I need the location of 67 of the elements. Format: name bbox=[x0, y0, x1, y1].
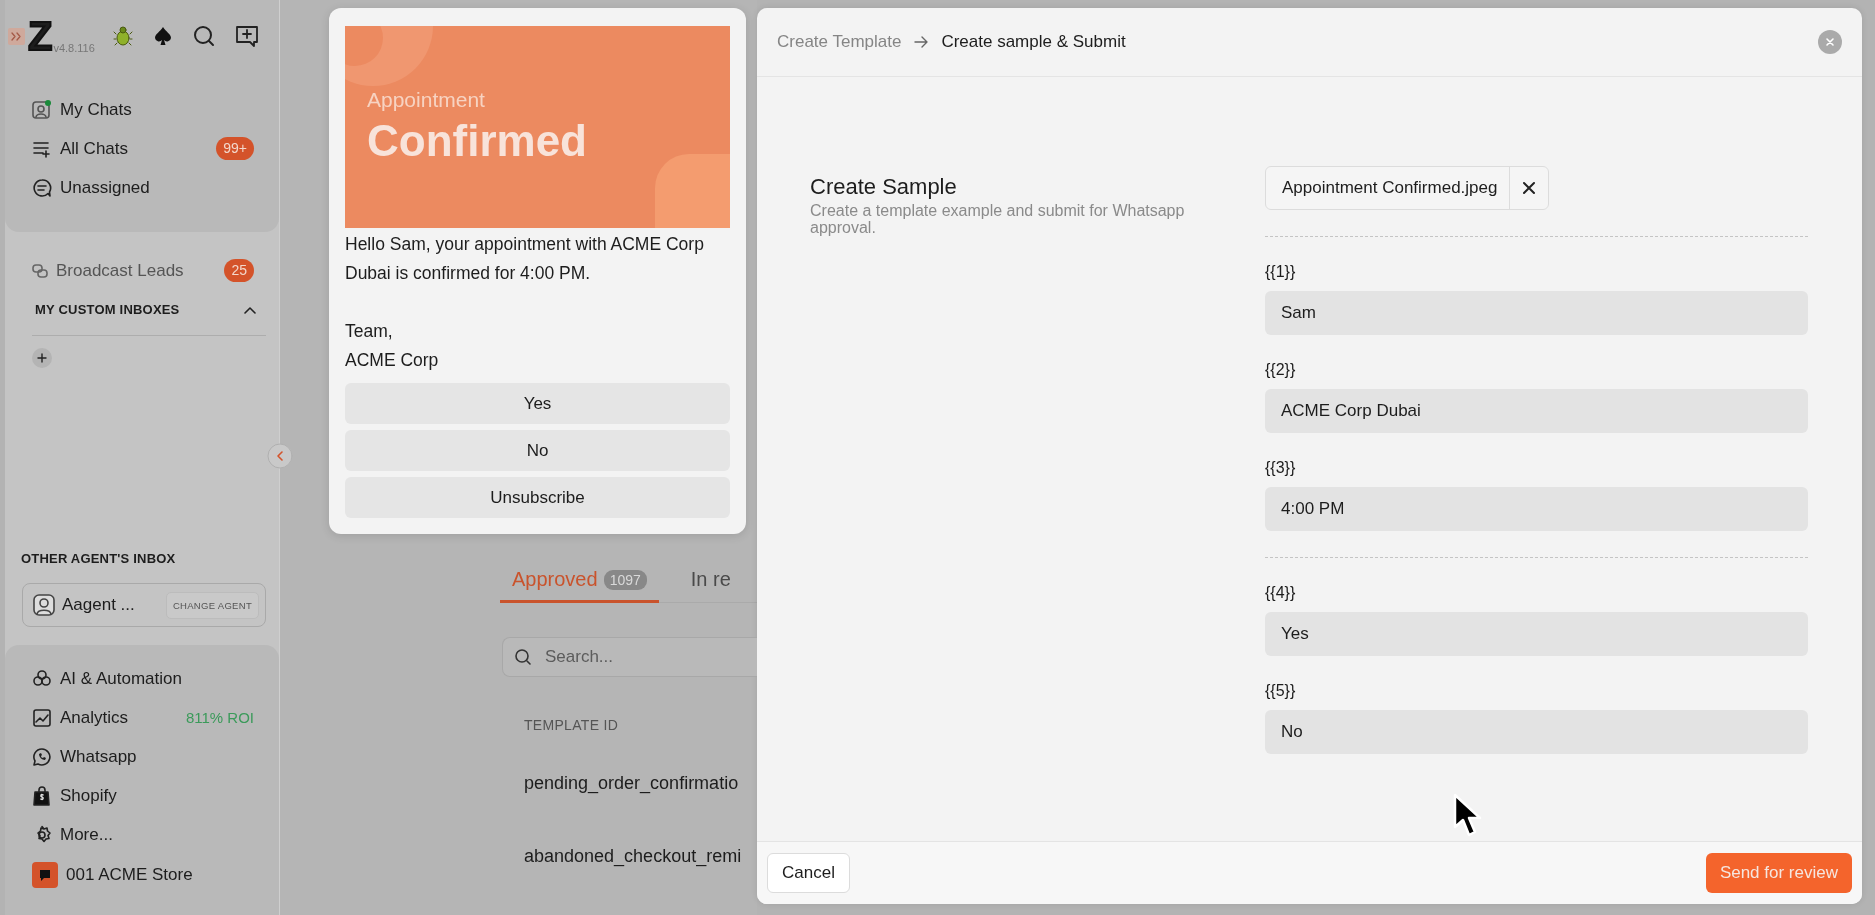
field-label: {{4}} bbox=[1265, 583, 1297, 603]
input-field[interactable]: 4:00 PM bbox=[1265, 487, 1808, 531]
nav-item[interactable]: Whatsapp bbox=[5, 737, 279, 776]
field-label: {{5}} bbox=[1265, 681, 1297, 701]
nav-item[interactable]: Shopify bbox=[5, 776, 279, 815]
nav-item[interactable]: Analytics 811% ROI bbox=[5, 698, 279, 737]
search-icon[interactable] bbox=[193, 25, 215, 47]
reply-button[interactable]: Unsubscribe bbox=[345, 477, 730, 518]
close-icon[interactable] bbox=[1522, 181, 1537, 195]
version-label: v4.8.116 bbox=[53, 42, 95, 54]
compose-icon[interactable] bbox=[235, 24, 259, 48]
whatsapp-icon bbox=[32, 746, 52, 767]
user-icon bbox=[32, 99, 52, 120]
nav-item[interactable]: Broadcast Leads 25 bbox=[5, 251, 279, 290]
section-title: MY CUSTOM INBOXES bbox=[35, 302, 180, 317]
chart-icon bbox=[32, 707, 52, 728]
nav-item[interactable]: All Chats 99+ bbox=[5, 129, 279, 168]
count-badge: 25 bbox=[224, 259, 254, 282]
search-icon bbox=[514, 648, 532, 666]
breadcrumb-item: Create sample & Submit bbox=[941, 32, 1126, 52]
input-field[interactable]: No bbox=[1265, 710, 1808, 754]
tab[interactable]: In re bbox=[678, 568, 743, 603]
reply-button[interactable]: Yes bbox=[345, 383, 730, 424]
message-text: Team, ACME Corp bbox=[345, 320, 440, 372]
caret-icon[interactable] bbox=[243, 304, 257, 315]
section-description: Create a template example and submit for Whatsapp approval. bbox=[810, 202, 1186, 236]
section-title: OTHER AGENT'S INBOX bbox=[20, 551, 177, 566]
section-title: Create Sample bbox=[810, 174, 958, 200]
field-label: {{2}} bbox=[1265, 360, 1297, 380]
column-header: TEMPLATE ID bbox=[524, 717, 620, 733]
file-name: Appointment Confirmed.jpeg bbox=[1266, 167, 1511, 209]
knot-icon bbox=[32, 668, 52, 689]
message-text: Hello Sam, your appointment with ACME Corp Dubai is confirmed for 4:00 PM. bbox=[345, 233, 705, 285]
field-label: {{1}} bbox=[1265, 262, 1297, 282]
chat-icon bbox=[32, 177, 52, 198]
spade-icon[interactable] bbox=[153, 25, 173, 47]
count-badge: 1097 bbox=[603, 569, 647, 590]
banner-title: Confirmed bbox=[367, 116, 587, 166]
chevrons-icon[interactable] bbox=[8, 27, 25, 45]
change-agent-button[interactable]: CHANGE AGENT bbox=[165, 591, 259, 619]
nav-item[interactable]: More... bbox=[5, 815, 279, 854]
cancel-button[interactable]: Cancel bbox=[767, 853, 850, 893]
count-badge: 99+ bbox=[216, 137, 254, 160]
logo: Z bbox=[28, 20, 52, 52]
nav-item[interactable]: AI & Automation bbox=[5, 659, 279, 698]
reply-button[interactable]: No bbox=[345, 430, 730, 471]
nav-item[interactable]: My Chats bbox=[5, 90, 279, 129]
input-field[interactable]: Yes bbox=[1265, 612, 1808, 656]
bug-icon[interactable] bbox=[113, 25, 133, 47]
agent-name: Aagent ... bbox=[62, 595, 135, 615]
arrow-icon bbox=[913, 35, 930, 49]
input-field[interactable]: ACME Corp Dubai bbox=[1265, 389, 1808, 433]
store-icon bbox=[32, 862, 58, 888]
table-cell-text: abandoned_checkout_remi bbox=[524, 845, 743, 869]
input-field[interactable]: Sam bbox=[1265, 291, 1808, 335]
nav-item[interactable]: Unassigned bbox=[5, 168, 279, 207]
field-label: {{3}} bbox=[1265, 458, 1297, 478]
store-item[interactable]: 001 ACME Store bbox=[5, 854, 279, 896]
cursor-icon bbox=[1453, 793, 1483, 839]
add-button[interactable] bbox=[32, 348, 52, 368]
chats-icon bbox=[32, 262, 48, 279]
banner-subtitle: Appointment bbox=[367, 88, 486, 112]
bag-icon bbox=[32, 785, 52, 806]
table-cell-text: pending_order_confirmatio bbox=[524, 772, 740, 796]
search-field[interactable]: Search... bbox=[502, 637, 757, 677]
roi-label: 811% ROI bbox=[185, 709, 254, 726]
avatar-icon bbox=[33, 594, 55, 616]
